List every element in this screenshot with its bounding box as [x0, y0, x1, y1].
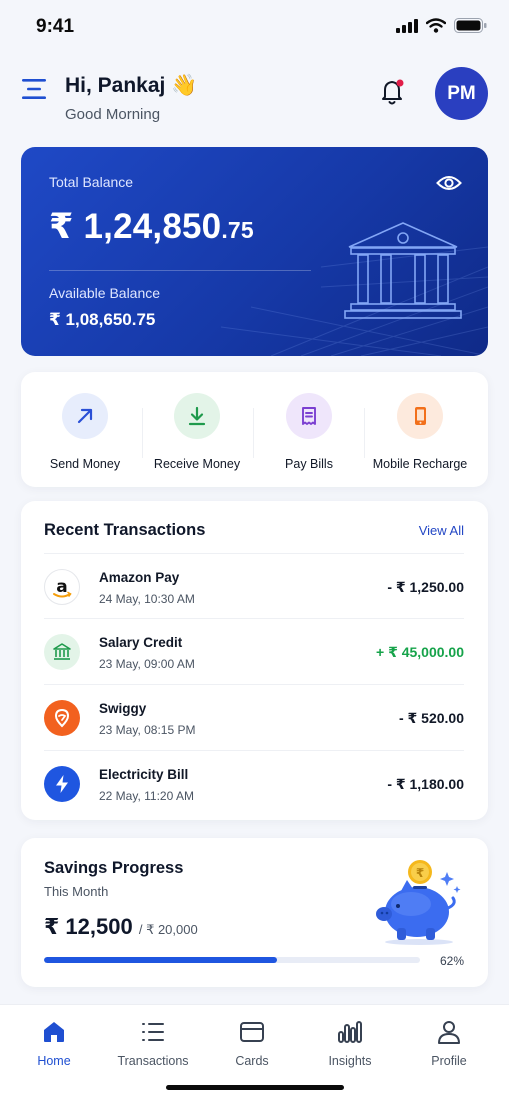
available-balance-label: Available Balance: [49, 285, 161, 301]
signal-icon: [396, 18, 418, 33]
nav-label: Profile: [431, 1054, 467, 1068]
nav-cards[interactable]: Cards: [202, 1019, 302, 1068]
savings-amount: ₹ 12,500 / ₹ 20,000: [44, 914, 198, 940]
total-balance-amount: ₹ 1,24,850.75: [49, 207, 254, 247]
savings-progress-card[interactable]: Savings Progress This Month ₹ 12,500 / ₹…: [21, 838, 488, 987]
eye-icon[interactable]: [436, 173, 462, 193]
app-header: Hi, Pankaj 👋 Good Morning PM: [0, 60, 509, 132]
pay-bills-button[interactable]: Pay Bills: [253, 372, 365, 487]
savings-period: This Month: [44, 884, 109, 899]
mobile-recharge-button[interactable]: Mobile Recharge: [364, 372, 476, 487]
send-money-icon-circle: [62, 393, 108, 439]
home-indicator: [166, 1085, 344, 1090]
greeting: Hi, Pankaj 👋: [65, 74, 198, 97]
transaction-date: 23 May, 08:15 PM: [99, 723, 196, 737]
transaction-amount: - ₹ 520.00: [398, 710, 464, 726]
svg-text:a: a: [56, 577, 67, 597]
savings-progress-bar: [44, 957, 420, 963]
battery-icon: [454, 18, 487, 33]
transaction-name: Swiggy: [99, 701, 147, 716]
total-balance-label: Total Balance: [49, 174, 134, 190]
transaction-date: 23 May, 09:00 AM: [99, 657, 195, 671]
savings-progress-fill: [44, 957, 278, 963]
mobile-recharge-icon-circle: [397, 393, 443, 439]
menu-icon[interactable]: [22, 78, 48, 100]
lightning-icon: [44, 766, 80, 802]
status-icons: [396, 18, 487, 33]
bank-icon: [44, 634, 80, 670]
transaction-amount: - ₹ 1,250.00: [387, 579, 464, 595]
status-bar: 9:41: [0, 0, 509, 52]
amazon-logo-icon: a: [44, 569, 80, 605]
nav-insights[interactable]: Insights: [300, 1019, 400, 1068]
balance-divider: [49, 270, 311, 271]
piggy-bank-icon: ₹: [376, 860, 461, 945]
transaction-date: 24 May, 10:30 AM: [99, 592, 195, 606]
available-balance-amount: ₹ 1,08,650.75: [49, 310, 156, 329]
greeting-subtitle: Good Morning: [65, 106, 161, 123]
status-time: 9:41: [36, 16, 75, 37]
bank-building-icon: [344, 222, 462, 319]
notification-bell-icon[interactable]: [380, 78, 406, 106]
transaction-row[interactable]: a Amazon Pay 24 May, 10:30 AM - ₹ 1,250.…: [44, 553, 464, 619]
total-balance-main: ₹ 1,24,850: [49, 207, 222, 246]
transaction-row[interactable]: Swiggy 23 May, 08:15 PM - ₹ 520.00: [44, 684, 464, 750]
list-icon: [142, 1023, 164, 1041]
home-icon: [44, 1022, 64, 1042]
view-all-link[interactable]: View All: [419, 523, 464, 538]
nav-transactions[interactable]: Transactions: [103, 1019, 203, 1068]
swiggy-logo-icon: [44, 700, 80, 736]
receipt-icon: [302, 407, 316, 425]
savings-title: Savings Progress: [44, 859, 184, 877]
nav-label: Insights: [328, 1054, 372, 1068]
savings-current: ₹ 12,500: [44, 914, 133, 939]
transaction-date: 22 May, 11:20 AM: [99, 789, 194, 803]
recent-transactions-card: Recent Transactions View All a Amazon Pa…: [21, 501, 488, 820]
pay-bills-icon-circle: [286, 393, 332, 439]
nav-label: Home: [37, 1054, 71, 1068]
send-money-label: Send Money: [49, 457, 121, 471]
total-balance-decimal: .75: [221, 217, 254, 243]
savings-percent: 62%: [439, 954, 464, 968]
wifi-icon: [426, 18, 446, 33]
insights-icon: [338, 1021, 362, 1043]
nav-label: Cards: [235, 1054, 269, 1068]
pay-bills-label: Pay Bills: [285, 457, 333, 471]
avatar[interactable]: PM: [435, 67, 488, 120]
nav-label: Transactions: [117, 1054, 189, 1068]
nav-profile[interactable]: Profile: [399, 1019, 499, 1068]
card-icon: [240, 1022, 264, 1042]
send-money-button[interactable]: Send Money: [29, 372, 141, 487]
profile-icon: [438, 1021, 460, 1044]
transaction-name: Electricity Bill: [99, 767, 189, 782]
receive-money-button[interactable]: Receive Money: [141, 372, 253, 487]
receive-money-icon-circle: [174, 393, 220, 439]
balance-card: Total Balance ₹ 1,24,850.75 Available Ba…: [21, 147, 488, 356]
quick-actions-card: Send Money Receive Money Pay Bills Mobil…: [21, 372, 488, 487]
transaction-row[interactable]: Salary Credit 23 May, 09:00 AM + ₹ 45,00…: [44, 618, 464, 684]
transaction-row[interactable]: Electricity Bill 22 May, 11:20 AM - ₹ 1,…: [44, 750, 464, 816]
mobile-icon: [415, 407, 426, 425]
arrow-up-right-icon: [77, 408, 93, 424]
transaction-amount: - ₹ 1,180.00: [387, 776, 464, 792]
transaction-name: Salary Credit: [99, 635, 183, 650]
svg-text:₹: ₹: [416, 866, 424, 880]
recent-transactions-title: Recent Transactions: [44, 521, 206, 539]
mobile-recharge-label: Mobile Recharge: [372, 457, 468, 471]
transaction-amount: + ₹ 45,000.00: [376, 644, 464, 660]
nav-home[interactable]: Home: [4, 1019, 104, 1068]
receive-money-label: Receive Money: [153, 457, 241, 471]
savings-target: / ₹ 20,000: [138, 922, 198, 937]
download-icon: [188, 406, 206, 426]
transaction-name: Amazon Pay: [99, 570, 180, 585]
